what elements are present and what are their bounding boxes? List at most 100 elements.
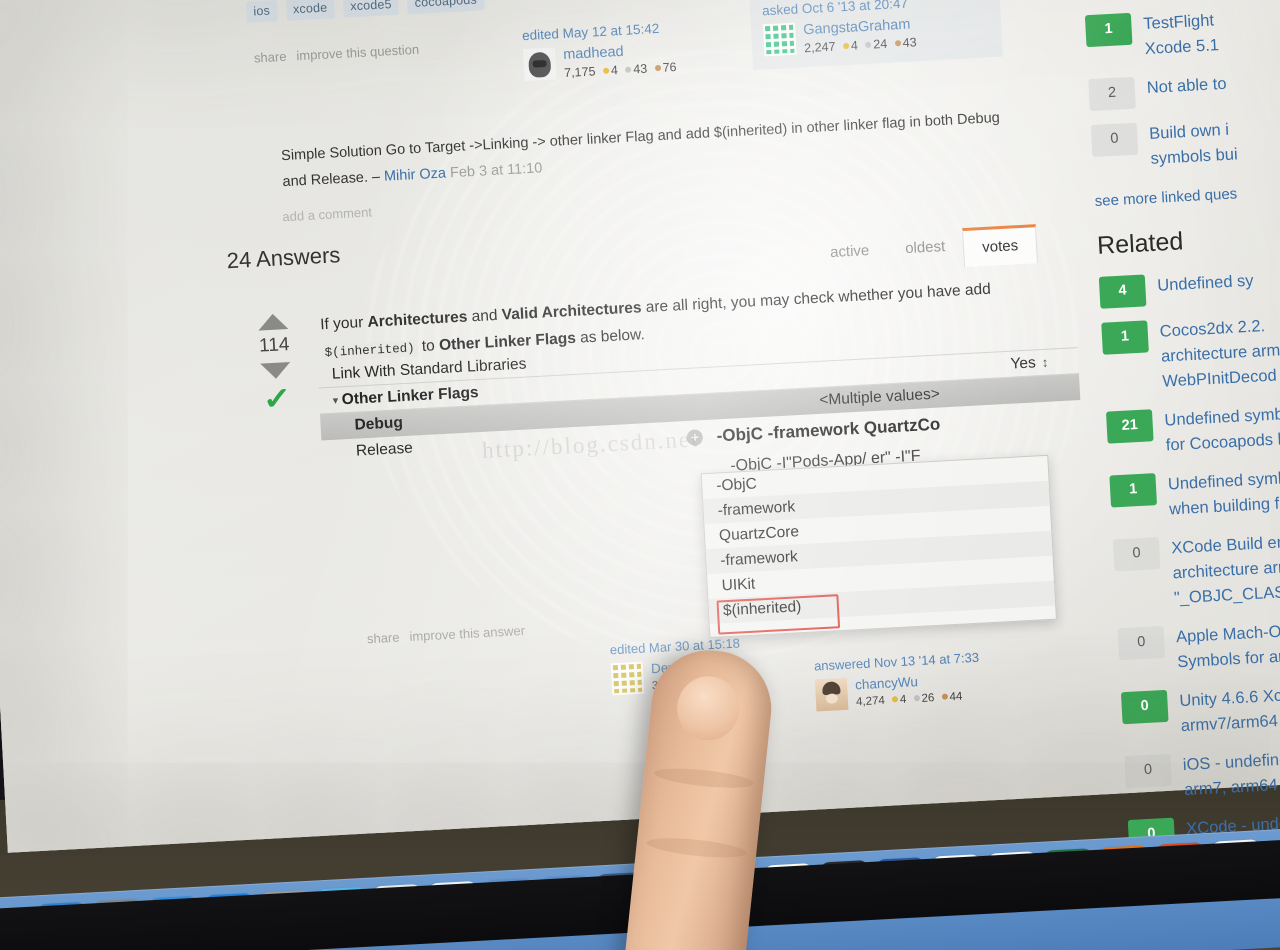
question-comment: Simple Solution Go to Target ->Linking -…	[281, 105, 1003, 195]
add-comment-link[interactable]: add a comment	[282, 204, 372, 224]
downvote-arrow-icon[interactable]	[260, 362, 292, 380]
answer-text-5: as below.	[575, 326, 646, 347]
related-question-item[interactable]: 1 Cocos2dx 2.2. architecture arm WebPIni…	[1101, 309, 1280, 398]
tab-oldest[interactable]: oldest	[886, 228, 964, 271]
vote-count-badge: 1	[1084, 12, 1133, 48]
question-asked-card: asked Oct 6 '13 at 20:47 GangstaGraham 2…	[749, 0, 1003, 70]
upvote-arrow-icon[interactable]	[257, 313, 289, 331]
vote-count-badge: 0	[1112, 537, 1161, 572]
share-answer-link[interactable]: share	[367, 630, 400, 647]
question-actions: share improve this question	[254, 42, 420, 66]
gold-badge-icon	[602, 67, 610, 74]
related-question-item[interactable]: 0 XCode Build error architecture arm64 "…	[1112, 526, 1280, 615]
see-more-linked-questions-link[interactable]: see more linked ques	[1094, 175, 1280, 214]
row-value: Yes	[1010, 353, 1037, 373]
tag-cocoapods[interactable]: cocoapods	[407, 0, 485, 15]
stepper-icon[interactable]: ↕	[1041, 354, 1048, 369]
tab-active[interactable]: active	[811, 232, 888, 275]
answerer-rep: 4,274	[855, 694, 886, 709]
a-answerer-bronze: 44	[949, 690, 963, 704]
question-asker-name[interactable]: GangstaGraham	[803, 16, 916, 39]
bronze-badge-icon	[941, 693, 948, 700]
linked-question-title[interactable]: TestFlight Xcode 5.1	[1143, 1, 1280, 62]
question-editor-rep: 7,175	[563, 64, 596, 81]
tag-ios[interactable]: ios	[245, 0, 278, 23]
photo-of-laptop-screen: ios xcode xcode5 cocoapods share improve…	[0, 0, 1280, 950]
answer-text-3: are all right, you may check whether you…	[640, 280, 992, 317]
related-question-item[interactable]: 0 Apple Mach-O Linke Symbols for archite…	[1117, 615, 1280, 679]
linked-question-title[interactable]: Not able to	[1146, 65, 1280, 101]
related-question-item[interactable]: 0 Unity 4.6.6 Xcode 'Un armv7/arm64 arch…	[1120, 678, 1280, 742]
bronze-badge-icon	[894, 39, 901, 47]
linked-question-item[interactable]: 1 Undefined "_OBJC_ izer"	[1080, 0, 1280, 1]
avatar[interactable]	[814, 677, 849, 712]
related-question-title[interactable]: Unity 4.6.6 Xcode 'Un armv7/arm64 archit…	[1179, 678, 1280, 739]
knuckle-crease	[653, 765, 755, 792]
comment-time: Feb 3 at 11:10	[449, 160, 543, 182]
silver-badge-icon	[865, 41, 872, 48]
answer-vote-count: 114	[258, 334, 290, 357]
q-editor-bronze: 76	[662, 60, 677, 75]
tab-votes[interactable]: votes	[962, 224, 1039, 268]
q-editor-silver: 43	[632, 61, 648, 77]
answer-bold-valid-architectures: Valid Architectures	[501, 299, 642, 324]
answer-sort-tabs: active oldest votes	[811, 224, 1039, 275]
stackoverflow-page: ios xcode xcode5 cocoapods share improve…	[2, 0, 1280, 863]
a-answerer-gold: 4	[899, 693, 907, 707]
gold-badge-icon	[891, 696, 899, 703]
row-label: Other Linker Flags	[341, 383, 479, 408]
improve-answer-link[interactable]: improve this answer	[409, 623, 525, 644]
fingernail	[674, 673, 743, 744]
related-question-item[interactable]: 0 iOS - undefined symbo arm7, arm64	[1124, 742, 1280, 806]
related-question-title[interactable]: Undefined sy	[1157, 263, 1280, 299]
avatar[interactable]	[522, 47, 557, 82]
answerer-name[interactable]: chancyWu	[855, 672, 962, 694]
a-answerer-silver: 26	[921, 692, 935, 705]
answer-text-1: If your	[319, 313, 369, 334]
related-question-title[interactable]: XCode Build error architecture arm64 "_O…	[1171, 526, 1280, 612]
related-question-title[interactable]: Undefined symbo when building for	[1167, 462, 1280, 523]
related-question-title[interactable]: Undefined symb for Cocoapods li	[1164, 398, 1280, 459]
related-question-title[interactable]: Apple Mach-O Linke Symbols for architec	[1175, 615, 1280, 676]
tag-xcode[interactable]: xcode	[285, 0, 335, 21]
linked-question-item[interactable]: 1 TestFlight Xcode 5.1	[1084, 1, 1280, 65]
improve-question-link[interactable]: improve this question	[296, 42, 419, 64]
vote-count-badge: 0	[1090, 122, 1139, 158]
related-question-item[interactable]: 1 Undefined symbo when building for	[1109, 462, 1280, 526]
q-asker-bronze: 43	[902, 35, 917, 50]
avatar[interactable]	[610, 661, 645, 696]
vote-count-badge: 2	[1088, 76, 1136, 112]
vote-count-badge: 0	[1117, 625, 1166, 661]
answer-bold-architectures: Architectures	[367, 308, 468, 331]
linked-question-item[interactable]: 0 Build own i symbols bui	[1090, 111, 1280, 175]
tag-xcode5[interactable]: xcode5	[342, 0, 400, 18]
share-question-link[interactable]: share	[254, 49, 287, 66]
vote-count-badge: 4	[1098, 274, 1147, 309]
answer-answered-card: answered Nov 13 '14 at 7:33 chancyWu 4,2…	[814, 646, 1046, 712]
question-asker-rep: 2,247	[803, 39, 836, 56]
row-label: Release	[355, 439, 414, 460]
question-edited-card: edited May 12 at 15:42 madhead 7,175 4 4…	[522, 18, 715, 82]
question-edited-time[interactable]: edited May 12 at 15:42	[522, 18, 713, 43]
linked-question-item[interactable]: 2 Not able to	[1088, 65, 1280, 112]
answer-actions: share improve this answer	[367, 623, 526, 646]
related-question-title[interactable]: Cocos2dx 2.2. architecture arm WebPInitD…	[1159, 309, 1280, 395]
checkmark-icon: ✓	[261, 382, 293, 417]
laptop-screen: ios xcode xcode5 cocoapods share improve…	[0, 0, 1280, 863]
linked-question-title[interactable]: Build own i symbols bui	[1149, 111, 1280, 172]
row-label: Debug	[354, 414, 404, 434]
disclosure-triangle-icon[interactable]: ▸	[329, 398, 342, 404]
question-tags: ios xcode xcode5 cocoapods	[245, 0, 485, 23]
answer-text-2: and	[466, 306, 503, 326]
answer-vote-column: 114 ✓	[245, 312, 306, 417]
related-question-item[interactable]: 4 Undefined sy	[1098, 263, 1280, 309]
question-editor-name[interactable]: madhead	[563, 41, 676, 63]
comment-author-link[interactable]: Mihir Oza	[384, 165, 447, 184]
answer-text-4: to	[417, 337, 440, 356]
related-question-title[interactable]: iOS - undefined symbo arm7, arm64	[1182, 742, 1280, 803]
related-question-item[interactable]: 21 Undefined symb for Cocoapods li	[1105, 398, 1280, 462]
avatar[interactable]	[762, 22, 797, 57]
gold-badge-icon	[842, 42, 850, 49]
q-editor-gold: 4	[610, 63, 619, 78]
vote-count-badge: 1	[1101, 320, 1149, 355]
